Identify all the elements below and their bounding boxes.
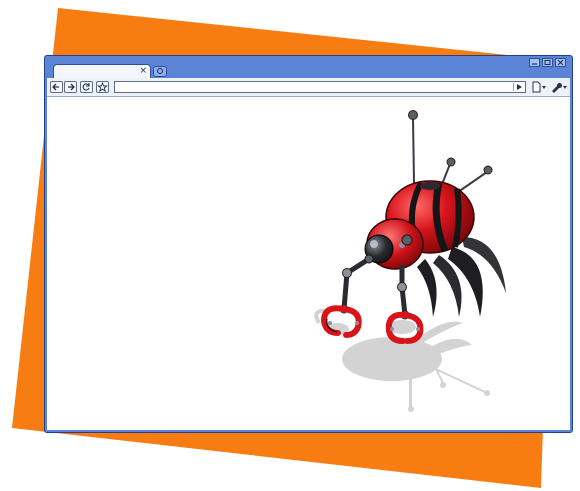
scene: × [0,0,580,491]
star-icon [97,81,108,93]
back-button[interactable] [50,81,63,93]
window-controls [529,58,566,67]
play-icon [517,84,522,90]
go-button[interactable] [513,83,524,91]
page-icon [532,81,546,93]
new-tab-icon[interactable] [153,66,167,77]
maximize-icon[interactable] [542,58,553,67]
close-icon[interactable]: × [139,65,147,77]
forward-arrow-icon [68,83,75,91]
back-arrow-icon [52,83,59,91]
minimize-icon[interactable] [529,58,540,67]
reload-icon [82,83,90,91]
bookmark-button[interactable] [96,81,109,93]
browser-window: × [44,55,573,433]
title-bar: × [45,56,572,78]
toolbar [47,78,570,97]
page-menu-button[interactable] [531,81,547,93]
tools-menu-button[interactable] [550,81,568,93]
reload-button[interactable] [80,81,93,93]
browser-tab[interactable]: × [53,64,151,78]
close-window-icon[interactable] [555,58,566,67]
address-bar[interactable] [114,81,526,93]
spider-robot-illustration [314,110,506,412]
wrench-icon [552,83,567,93]
page-content [47,97,570,430]
forward-button[interactable] [64,81,77,93]
